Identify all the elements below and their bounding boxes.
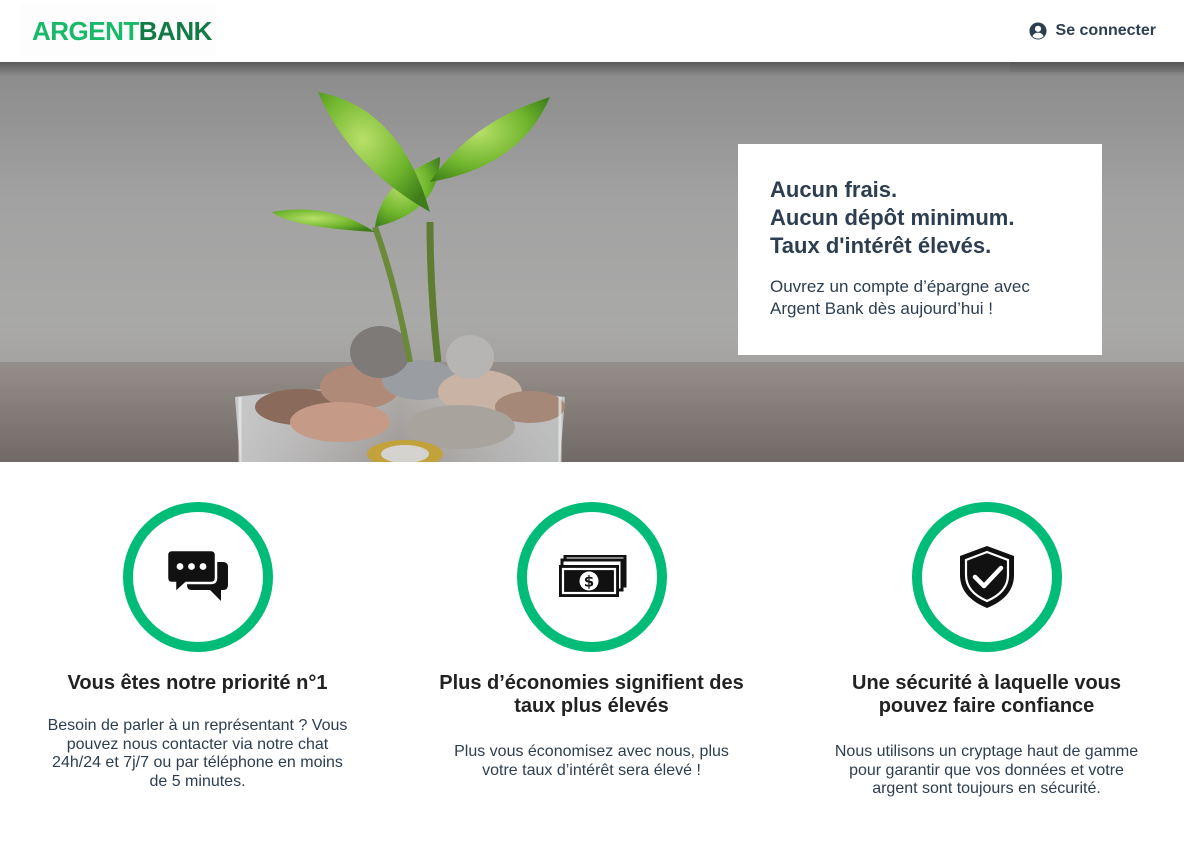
feature-text-line: Besoin de parler à un représentant ? Vou… <box>47 717 348 734</box>
feature-text-line: de 5 minutes. <box>149 772 246 790</box>
feature-text: Nous utilisons un cryptage haut de gamme… <box>789 743 1184 799</box>
feature-item-priority: Vous êtes notre priorité n°1 Besoin de p… <box>0 502 395 791</box>
feature-text-line: pouvez nous contacter via notre chat <box>66 735 329 753</box>
hero-text-line-2: Argent Bank dès aujourd’hui ! <box>770 299 994 318</box>
hero-banner: Aucun frais. Aucun dépôt minimum. Taux d… <box>0 62 1184 462</box>
feature-text-line: Plus vous économisez avec nous, plus <box>454 743 729 760</box>
security-icon <box>959 546 1014 608</box>
logo-part-bank: BANK <box>138 15 213 46</box>
argent-bank-logo[interactable]: ARGENT BANK <box>20 5 216 57</box>
feature-text-line: pour garantir que vos données et votre <box>849 761 1124 779</box>
feature-title: Vous êtes notre priorité n°1 <box>0 672 395 695</box>
feature-text-line: votre taux d’intérêt sera élevé ! <box>482 761 701 779</box>
feature-text: Plus vous économisez avec nous, plus vot… <box>394 743 789 780</box>
main-nav: ARGENT BANK Se connecter <box>0 0 1184 62</box>
hero-subtitle-high-rates: Taux d'intérêt élevés. <box>770 233 992 258</box>
feature-title-line: Plus d’économies signifient des <box>439 672 744 694</box>
feature-text-line: argent sont toujours en sécurité. <box>872 780 1101 797</box>
sign-in-link[interactable]: Se connecter <box>1028 22 1156 40</box>
feature-text-line: Nous utilisons un cryptage haut de gamme <box>834 743 1139 760</box>
feature-item-savings: $ Plus d’économies signifient des taux p… <box>394 502 789 780</box>
feature-icon-ring <box>122 502 273 652</box>
money-icon: $ <box>558 555 626 597</box>
hero-subtitle-no-fees: Aucun frais. <box>770 177 898 202</box>
feature-item-security: Une sécurité à laquelle vous pouvez fair… <box>789 502 1184 799</box>
hero-subtitle-no-minimum: Aucun dépôt minimum. <box>770 205 1015 230</box>
svg-text:$: $ <box>583 573 593 591</box>
feature-title-line: pouvez faire confiance <box>878 695 1095 717</box>
hero-top-shadow <box>0 62 1184 76</box>
feature-icon-ring: $ <box>516 502 667 652</box>
feature-title: Plus d’économies signifient des taux plu… <box>394 672 789 718</box>
feature-title-line: taux plus élevés <box>514 695 669 717</box>
feature-title-line: Une sécurité à laquelle vous <box>852 672 1121 694</box>
feature-title: Une sécurité à laquelle vous pouvez fair… <box>789 672 1184 718</box>
hero-content-card: Aucun frais. Aucun dépôt minimum. Taux d… <box>738 144 1102 355</box>
feature-title-line: Vous êtes notre priorité n°1 <box>67 672 328 694</box>
hero-text: Ouvrez un compte d’épargne avec Argent B… <box>770 276 1072 320</box>
hero-text-line-1: Ouvrez un compte d’épargne avec <box>770 277 1030 296</box>
logo-part-argent: ARGENT <box>32 15 139 46</box>
sign-in-label: Se connecter <box>1055 22 1156 39</box>
feature-text: Besoin de parler à un représentant ? Vou… <box>0 717 395 791</box>
feature-text-line: 24h/24 et 7j/7 ou par téléphone en moins <box>52 754 343 771</box>
feature-icon-ring <box>911 502 1062 652</box>
user-circle-icon <box>1028 22 1047 40</box>
features-section: Vous êtes notre priorité n°1 Besoin de p… <box>0 462 1184 849</box>
chat-icon <box>165 548 228 601</box>
